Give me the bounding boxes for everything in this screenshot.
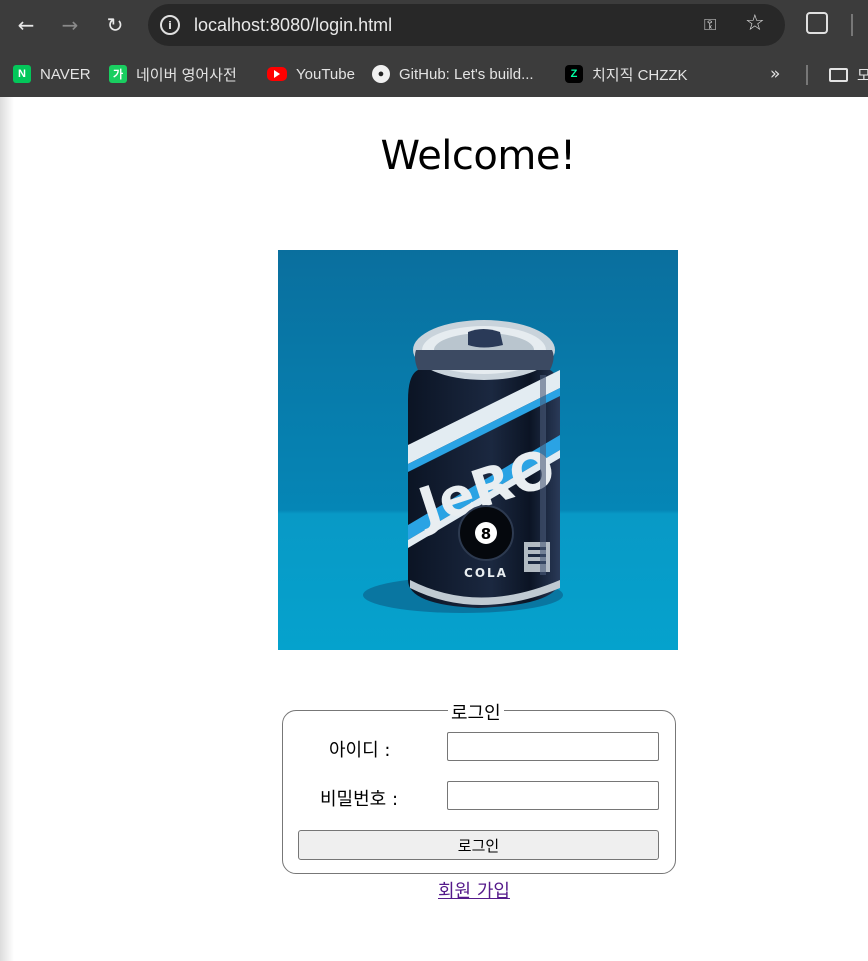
login-button[interactable]: 로그인 [298,830,659,860]
bookmark-folder-label: 모 [857,66,868,84]
bookmarks-bar: N NAVER 가 네이버 영어사전 YouTube ● GitHub: Let… [0,51,868,97]
youtube-icon [267,67,287,81]
reload-icon[interactable]: ↻ [100,10,130,40]
extensions-icon[interactable] [806,12,828,34]
login-legend: 로그인 [448,699,504,725]
bookmark-label: GitHub: Let's build... [399,65,534,83]
naver-icon: N [13,65,31,83]
chzzk-icon: Z [565,65,583,83]
naver-dictionary-icon: 가 [109,65,127,83]
more-bookmarks-icon[interactable]: » [770,64,780,84]
bookmark-star-icon[interactable]: ☆ [745,11,765,36]
id-input[interactable] [447,732,659,761]
bookmark-github[interactable]: ● GitHub: Let's build... [372,63,534,85]
signup-link[interactable]: 회원 가입 [438,877,510,903]
password-input[interactable] [447,781,659,810]
bookmark-chzzk[interactable]: Z 치지직 CHZZK [565,63,688,85]
page-content: Welcome! JeRO 8 COLA 로그인 아이디: 비밀번호: 로그… [0,97,868,961]
bookmark-naver-dictionary[interactable]: 가 네이버 영어사전 [109,63,237,85]
bookmark-label: YouTube [296,65,355,83]
url-text[interactable]: localhost:8080/login.html [194,15,392,36]
github-icon: ● [372,65,390,83]
page-title: Welcome! [380,133,576,179]
bookmark-naver[interactable]: N NAVER [13,63,91,85]
bookmark-youtube[interactable]: YouTube [267,63,355,85]
bookmark-label: 치지직 CHZZK [592,66,688,84]
bookmark-label: NAVER [40,65,91,83]
id-label: 아이디 : [329,740,391,761]
bookmarks-divider [806,65,808,85]
login-fieldset: 로그인 아이디 : 비밀번호 : 로그인 [282,699,676,874]
page-edge-shadow [0,97,14,961]
bookmark-folder[interactable]: 모 [829,64,868,85]
bookmark-label: 네이버 영어사전 [136,66,237,84]
back-arrow-icon[interactable]: ← [11,10,41,40]
password-key-icon[interactable]: ⚿ [704,15,716,35]
site-info-icon[interactable]: i [160,15,180,35]
can-product-text: COLA [464,566,508,580]
browser-toolbar: ← → ↻ i localhost:8080/login.html ⚿ ☆ [0,0,868,51]
cola-can-image: JeRO 8 COLA [278,250,678,650]
folder-icon [829,67,848,82]
toolbar-divider [851,14,853,36]
forward-arrow-icon[interactable]: → [55,10,85,40]
address-bar[interactable]: i localhost:8080/login.html ⚿ ☆ [148,4,785,46]
ball-number: 8 [481,525,491,543]
password-label: 비밀번호 : [320,789,399,810]
